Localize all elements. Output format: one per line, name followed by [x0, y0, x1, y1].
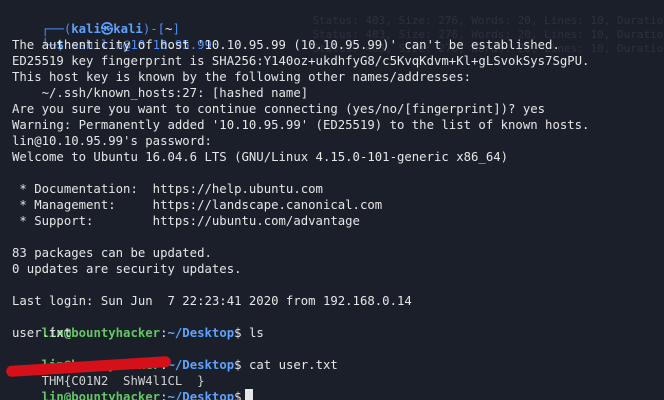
output-documentation: * Documentation: https://help.ubuntu.com: [12, 182, 323, 196]
output-security-updates: 0 updates are security updates.: [12, 262, 242, 276]
output-last-login: Last login: Sun Jun 7 22:23:41 2020 from…: [12, 294, 412, 308]
output-flag-redacted: THM{C01N2 ShW4l1CL }: [5, 355, 664, 388]
output-fingerprint: ED25519 key fingerprint is SHA256:Y140oz…: [12, 54, 590, 68]
output-warning: Warning: Permanently added '10.10.95.99'…: [12, 118, 590, 132]
output-password-prompt: lin@10.10.95.99's password:: [12, 134, 212, 148]
remote-prompt-line-active[interactable]: lin@bountyhacker:~/Desktop$: [12, 373, 664, 400]
local-prompt-line: ┌──(kali㉿kali)-[~]: [41, 22, 180, 36]
output-authenticity: The authenticity of host '10.10.95.99 (1…: [12, 38, 560, 52]
output-known-hosts: ~/.ssh/known_hosts:27: [hashed name]: [12, 86, 309, 100]
output-management: * Management: https://landscape.canonica…: [12, 198, 383, 212]
remote-prompt-line-cat: lin@bountyhacker:~/Desktop$ cat user.txt: [12, 341, 664, 372]
output-packages: 83 packages can be updated.: [12, 246, 212, 260]
output-ls: user.txt: [12, 326, 72, 340]
output-support: * Support: https://ubuntu.com/advantage: [12, 214, 360, 228]
terminal-window[interactable]: Status: 403, Size: 276, Words: 20, Lines…: [0, 0, 664, 400]
remote-prompt-line-ls: lin@bountyhacker:~/Desktop$ ls: [41, 326, 264, 340]
output-continue-question: Are you sure you want to continue connec…: [12, 102, 546, 116]
remote-user-host: lin@bountyhacker: [41, 390, 161, 400]
local-command-line: └─$ ssh lin@10.10.95.99: [41, 38, 212, 52]
output-known-as: This host key is known by the following …: [12, 70, 472, 84]
block-cursor: [244, 389, 253, 400]
output-welcome: Welcome to Ubuntu 16.04.6 LTS (GNU/Linux…: [12, 150, 509, 164]
remote-path: ~/Desktop: [167, 390, 235, 400]
